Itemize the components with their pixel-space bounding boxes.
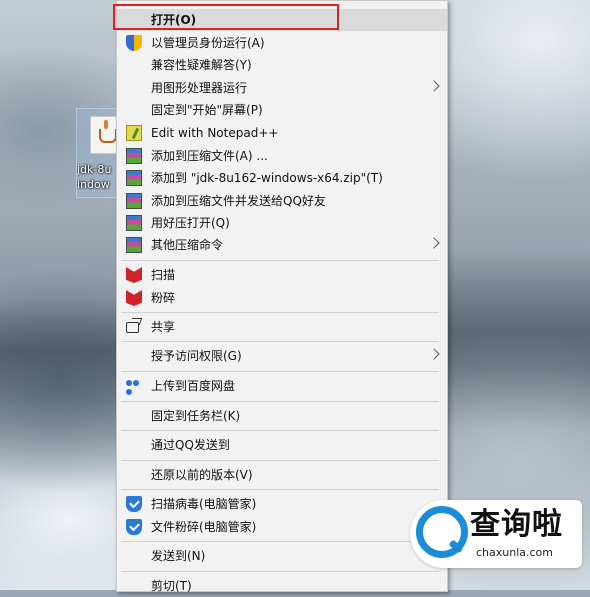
menu-item-label: 粉碎 xyxy=(151,291,176,305)
menu-item-label: 上传到百度网盘 xyxy=(151,379,236,393)
menu-item-pin-to-start[interactable]: 固定到"开始"屏幕(P) xyxy=(117,99,447,121)
desktop-file-label: jdk-8u indow xyxy=(77,163,112,191)
menu-item-label: 固定到任务栏(K) xyxy=(151,409,241,423)
pc-manager-shield-icon xyxy=(126,496,142,512)
menu-item-label: 以管理员身份运行(A) xyxy=(151,36,265,50)
winrar-archive-icon xyxy=(126,193,142,209)
watermark-text: 查询啦 xyxy=(470,507,563,542)
menu-separator xyxy=(121,460,439,461)
context-menu: 打开(O) 以管理员身份运行(A) 兼容性疑难解答(Y) 用图形处理器运行 固定… xyxy=(116,0,448,593)
menu-item-run-with-gpu[interactable]: 用图形处理器运行 xyxy=(117,77,447,99)
watermark: 查询啦 chaxunla.com xyxy=(410,500,582,580)
menu-item-archive-send-qq[interactable]: 添加到压缩文件并发送给QQ好友 xyxy=(117,190,447,212)
share-icon xyxy=(126,322,139,333)
highlight-annotation-box xyxy=(113,4,339,30)
watermark-url: chaxunla.com xyxy=(476,546,553,559)
menu-item-label: 扫描 xyxy=(151,268,176,282)
background-trees-left xyxy=(0,300,130,410)
uac-shield-icon xyxy=(126,35,142,51)
menu-item-label: 其他压缩命令 xyxy=(151,238,224,252)
menu-item-open-with-haozip[interactable]: 用好压打开(Q) xyxy=(117,212,447,234)
menu-separator xyxy=(121,489,439,490)
winrar-archive-icon xyxy=(126,148,142,164)
desktop-file-jdk[interactable]: jdk-8u indow xyxy=(76,108,122,198)
menu-separator xyxy=(121,341,439,342)
magnifier-logo-icon xyxy=(416,506,468,558)
menu-item-virus-scan-pcmgr[interactable]: 扫描病毒(电脑管家) xyxy=(117,493,447,515)
menu-separator xyxy=(121,401,439,402)
menu-item-label: 共享 xyxy=(151,320,176,334)
menu-item-label: 固定到"开始"屏幕(P) xyxy=(151,103,263,117)
menu-item-label: 添加到压缩文件并发送给QQ好友 xyxy=(151,194,326,208)
submenu-arrow-icon xyxy=(428,348,440,360)
menu-item-label: 添加到压缩文件(A) ... xyxy=(151,149,268,163)
menu-item-send-via-qq[interactable]: 通过QQ发送到 xyxy=(117,434,447,456)
baidu-netdisk-icon xyxy=(126,380,140,396)
background-trees-right xyxy=(440,250,590,430)
menu-separator xyxy=(121,312,439,313)
mcafee-icon xyxy=(126,267,142,283)
submenu-arrow-icon xyxy=(428,237,440,249)
menu-separator xyxy=(121,571,439,572)
menu-separator xyxy=(121,260,439,261)
menu-separator xyxy=(121,430,439,431)
menu-item-scan[interactable]: 扫描 xyxy=(117,264,447,286)
menu-item-run-as-admin[interactable]: 以管理员身份运行(A) xyxy=(117,32,447,54)
menu-item-file-shred-pcmgr[interactable]: 文件粉碎(电脑管家) xyxy=(117,516,447,538)
menu-item-add-to-archive[interactable]: 添加到压缩文件(A) ... xyxy=(117,145,447,167)
menu-item-label: 授予访问权限(G) xyxy=(151,349,242,363)
menu-item-label: Edit with Notepad++ xyxy=(151,126,279,140)
menu-item-label: 还原以前的版本(V) xyxy=(151,468,253,482)
menu-item-label: 通过QQ发送到 xyxy=(151,438,230,452)
menu-item-edit-notepadpp[interactable]: Edit with Notepad++ xyxy=(117,122,447,144)
menu-item-label: 用图形处理器运行 xyxy=(151,81,248,95)
menu-item-label: 剪切(T) xyxy=(151,579,192,593)
winrar-archive-icon xyxy=(126,215,142,231)
menu-separator xyxy=(121,371,439,372)
menu-item-share[interactable]: 共享 xyxy=(117,316,447,338)
menu-item-label: 兼容性疑难解答(Y) xyxy=(151,58,252,72)
menu-item-other-compress[interactable]: 其他压缩命令 xyxy=(117,234,447,256)
pc-manager-shield-icon xyxy=(126,519,142,535)
menu-item-add-to-zip[interactable]: 添加到 "jdk-8u162-windows-x64.zip"(T) xyxy=(117,167,447,189)
menu-item-compat-troubleshoot[interactable]: 兼容性疑难解答(Y) xyxy=(117,54,447,76)
menu-item-send-to[interactable]: 发送到(N) xyxy=(117,545,447,567)
menu-item-cut[interactable]: 剪切(T) xyxy=(117,575,447,597)
menu-item-grant-access[interactable]: 授予访问权限(G) xyxy=(117,345,447,367)
menu-item-label: 扫描病毒(电脑管家) xyxy=(151,497,257,511)
winrar-archive-icon xyxy=(126,237,142,253)
mcafee-icon xyxy=(126,290,142,306)
winrar-archive-icon xyxy=(126,170,142,186)
menu-item-label: 发送到(N) xyxy=(151,549,206,563)
notepad-plus-plus-icon xyxy=(126,125,142,141)
menu-item-label: 添加到 "jdk-8u162-windows-x64.zip"(T) xyxy=(151,171,383,185)
menu-item-shred[interactable]: 粉碎 xyxy=(117,287,447,309)
menu-separator xyxy=(121,541,439,542)
menu-item-upload-baidu[interactable]: 上传到百度网盘 xyxy=(117,375,447,397)
submenu-arrow-icon xyxy=(428,80,440,92)
menu-item-label: 用好压打开(Q) xyxy=(151,216,230,230)
menu-item-pin-taskbar[interactable]: 固定到任务栏(K) xyxy=(117,405,447,427)
menu-item-label: 文件粉碎(电脑管家) xyxy=(151,520,257,534)
menu-item-restore-versions[interactable]: 还原以前的版本(V) xyxy=(117,464,447,486)
